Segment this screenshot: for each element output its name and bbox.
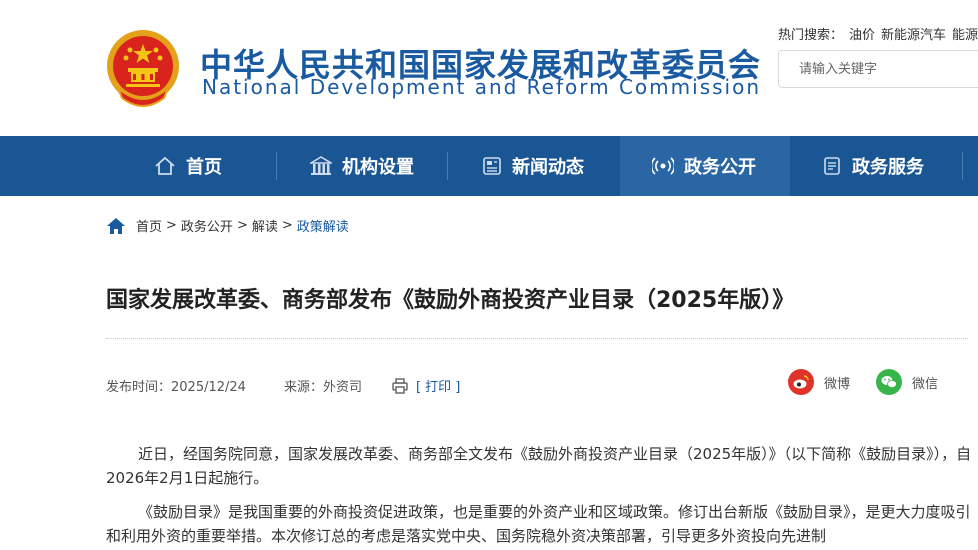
nav-item-label: 机构设置 xyxy=(342,157,414,178)
nav-item-label: 政务公开 xyxy=(684,157,756,178)
nav-item-label: 新闻动态 xyxy=(512,157,584,178)
hot-search-link[interactable]: 新能源汽车 xyxy=(881,28,946,43)
breadcrumb-current[interactable]: 政策解读 xyxy=(297,216,349,235)
document-icon xyxy=(822,156,842,176)
nav-item-label: 政务服务 xyxy=(852,157,924,178)
share-weibo-button[interactable]: 微博 xyxy=(788,369,850,395)
nav-item-organization[interactable]: 机构设置 xyxy=(310,136,440,196)
article-source: 来源：外资司 xyxy=(283,380,362,395)
building-icon xyxy=(310,156,332,176)
hot-search-bar: 热门搜索： 油价 新能源汽车 能源 xyxy=(778,24,978,43)
article-paragraph: 《鼓励目录》是我国重要的外商投资促进政策，也是重要的外资产业和区域政策。修订出台… xyxy=(106,503,971,545)
hot-search-label: 热门搜索： xyxy=(778,28,844,43)
site-header: 中华人民共和国国家发展和改革委员会 National Development a… xyxy=(0,0,978,136)
article-title: 国家发展改革委、商务部发布《鼓励外商投资产业目录（2025年版）》 xyxy=(106,288,795,313)
hot-search-link[interactable]: 油价 xyxy=(849,28,875,43)
breadcrumb-link-home[interactable]: 首页 xyxy=(136,216,162,235)
search-input[interactable] xyxy=(779,51,978,87)
breadcrumb-separator: > xyxy=(236,218,248,233)
nav-item-label: 首页 xyxy=(186,157,222,178)
breadcrumb-separator: > xyxy=(281,218,293,233)
article-meta: 发布时间：2025/12/24 来源：外资司 [ 打印 ] xyxy=(106,376,460,395)
breadcrumb-separator: > xyxy=(166,218,177,233)
weibo-icon xyxy=(788,369,814,395)
nav-divider xyxy=(447,152,448,180)
site-name-en[interactable]: National Development and Reform Commissi… xyxy=(202,75,761,99)
nav-divider xyxy=(276,152,277,180)
search-box xyxy=(778,50,978,88)
broadcast-icon xyxy=(652,156,674,176)
nav-item-government-services[interactable]: 政务服务 xyxy=(822,136,962,196)
nav-divider xyxy=(962,152,963,180)
nav-item-government-affairs[interactable]: 政务公开 xyxy=(620,136,790,196)
share-wechat-button[interactable]: 微信 xyxy=(876,369,938,395)
national-emblem-logo[interactable] xyxy=(104,28,182,110)
article-paragraph: 近日，经国务院同意，国家发展改革委、商务部全文发布《鼓励外商投资产业目录（202… xyxy=(106,445,972,487)
share-weibo-label: 微博 xyxy=(824,376,851,392)
print-label: [ 打印 ] xyxy=(415,380,461,395)
printer-icon xyxy=(392,377,408,394)
nav-item-news[interactable]: 新闻动态 xyxy=(482,136,612,196)
breadcrumb-link-interpretation[interactable]: 解读 xyxy=(252,216,278,235)
main-nav: 首页 机构设置 新闻动态 政务公开 政务服务 xyxy=(0,136,978,196)
breadcrumb-link-government-affairs[interactable]: 政务公开 xyxy=(181,216,233,235)
title-divider xyxy=(106,338,968,339)
hot-search-link[interactable]: 能源 xyxy=(952,28,978,43)
share-wechat-label: 微信 xyxy=(912,376,939,392)
wechat-icon xyxy=(876,369,902,395)
breadcrumb: 首页 > 政务公开 > 解读 > 政策解读 xyxy=(106,216,349,235)
print-button[interactable]: [ 打印 ] xyxy=(392,376,460,395)
publish-time: 发布时间：2025/12/24 xyxy=(106,380,246,395)
home-icon xyxy=(154,156,176,176)
nav-item-home[interactable]: 首页 xyxy=(154,136,262,196)
home-icon[interactable] xyxy=(106,217,126,235)
news-icon xyxy=(482,156,502,176)
